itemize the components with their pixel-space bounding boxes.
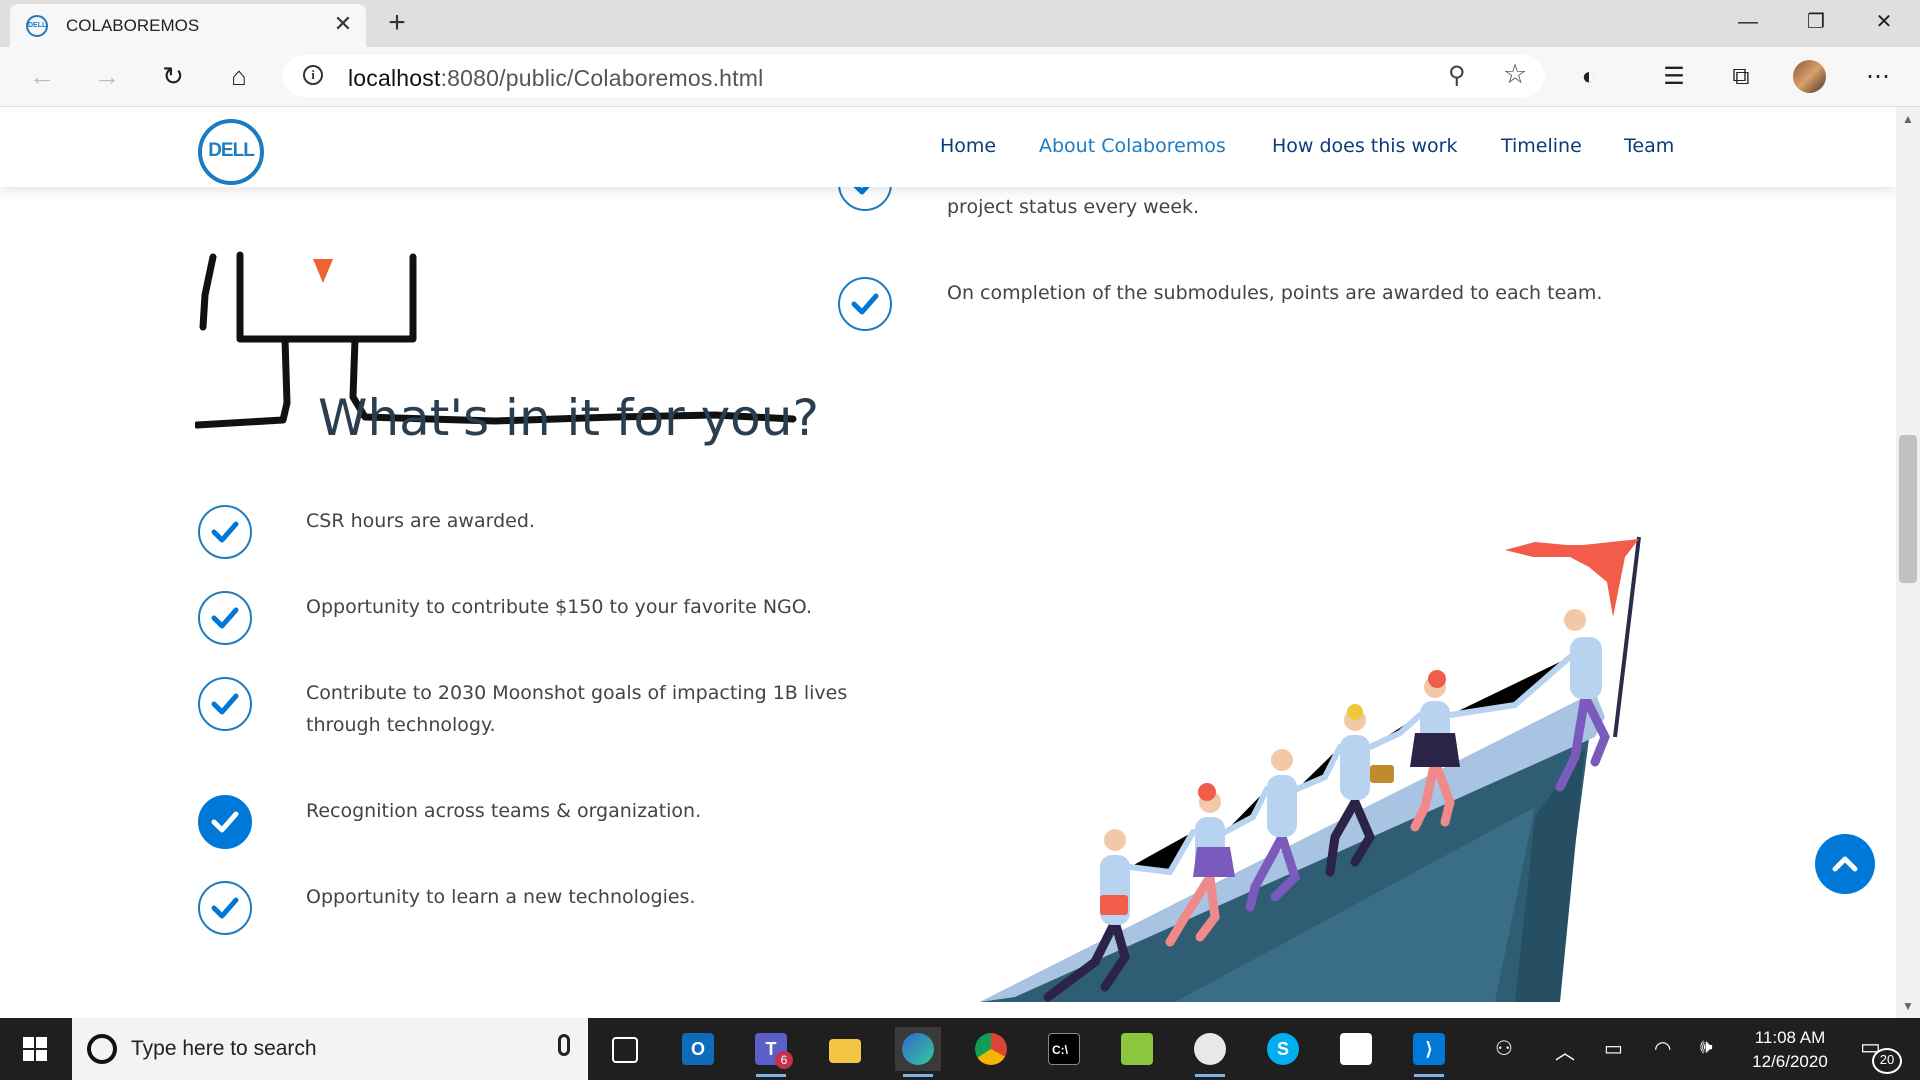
benefits-heading: What's in it for you? bbox=[318, 389, 819, 447]
taskbar-search-placeholder: Type here to search bbox=[131, 1037, 317, 1060]
wifi-icon[interactable]: ◠ bbox=[1654, 1036, 1671, 1061]
benefit-item-text: Recognition across teams & organization. bbox=[306, 800, 702, 822]
benefit-item-text: Opportunity to contribute $150 to your f… bbox=[306, 596, 813, 618]
notification-center-icon[interactable]: ▭ 20 bbox=[1860, 1034, 1902, 1074]
terminal-icon[interactable]: C:\ bbox=[1041, 1027, 1087, 1071]
teams-icon[interactable]: T 6 bbox=[748, 1027, 794, 1077]
new-tab-button[interactable]: + bbox=[380, 6, 414, 40]
site-info-icon[interactable]: i bbox=[303, 65, 323, 85]
running-indicator bbox=[1195, 1074, 1225, 1077]
edge-browser-icon[interactable] bbox=[895, 1027, 941, 1077]
check-circle-filled-icon bbox=[198, 795, 252, 849]
clock-date: 12/6/2020 bbox=[1752, 1052, 1828, 1071]
browser-tab-strip: DELL COLABOREMOS ✕ + — ❐ ✕ bbox=[0, 0, 1920, 47]
process-item-text: project status every week. bbox=[947, 196, 1200, 218]
nav-home[interactable]: Home bbox=[940, 135, 996, 157]
chevron-up-icon bbox=[1832, 856, 1858, 872]
favorites-list-icon[interactable]: ☰ bbox=[1658, 61, 1690, 93]
benefit-item-text: Contribute to 2030 Moonshot goals of imp… bbox=[306, 682, 848, 736]
profile-avatar[interactable] bbox=[1793, 60, 1826, 93]
clock-time: 11:08 AM bbox=[1754, 1028, 1826, 1047]
nav-team[interactable]: Team bbox=[1624, 135, 1674, 157]
benefit-item-text: Opportunity to learn a new technologies. bbox=[306, 886, 696, 908]
nav-about-colaboremos[interactable]: About Colaboremos bbox=[1039, 135, 1226, 157]
show-hidden-icons-chevron-icon[interactable]: ︿ bbox=[1555, 1036, 1575, 1065]
check-circle-icon bbox=[198, 881, 252, 935]
extension-icon[interactable]: ◐ bbox=[1573, 61, 1605, 93]
running-indicator bbox=[1414, 1074, 1444, 1077]
home-icon[interactable]: ⌂ bbox=[219, 58, 259, 94]
browser-tab[interactable]: DELL COLABOREMOS ✕ bbox=[10, 4, 366, 47]
scrollbar-thumb[interactable] bbox=[1899, 435, 1917, 583]
skype-icon[interactable]: S bbox=[1260, 1027, 1306, 1071]
url-path: :8080/public/Colaboremos.html bbox=[440, 65, 764, 91]
volume-icon[interactable]: 🕪 bbox=[1700, 1036, 1713, 1059]
chrome-icon[interactable] bbox=[968, 1027, 1014, 1071]
vscode-icon[interactable]: ⟩ bbox=[1406, 1027, 1452, 1077]
check-circle-icon bbox=[198, 591, 252, 645]
address-url[interactable]: localhost:8080/public/Colaboremos.html bbox=[348, 65, 763, 92]
favorite-star-icon[interactable]: ☆ bbox=[1503, 59, 1527, 90]
check-circle-icon bbox=[198, 505, 252, 559]
restore-icon[interactable]: ❐ bbox=[1788, 4, 1844, 40]
cortana-icon bbox=[87, 1034, 117, 1064]
nav-how-does-this-work[interactable]: How does this work bbox=[1272, 135, 1458, 157]
teamwork-climbing-illustration bbox=[980, 536, 1641, 1002]
snipping-tool-icon[interactable] bbox=[1187, 1027, 1233, 1077]
zoom-icon[interactable]: ⚲ bbox=[1448, 61, 1466, 90]
site-navbar: DELL Home About Colaboremos How does thi… bbox=[0, 107, 1896, 187]
dell-favicon-icon: DELL bbox=[26, 15, 48, 37]
notification-count: 20 bbox=[1872, 1048, 1902, 1074]
outlook-icon[interactable]: O bbox=[675, 1027, 721, 1071]
page-scrollbar[interactable]: ▲ ▼ bbox=[1896, 107, 1920, 1018]
tab-title: COLABOREMOS bbox=[66, 16, 200, 35]
close-tab-icon[interactable]: ✕ bbox=[328, 9, 358, 39]
task-view-icon[interactable] bbox=[601, 1027, 647, 1071]
microsoft-store-icon[interactable] bbox=[1333, 1027, 1379, 1071]
running-indicator bbox=[903, 1074, 933, 1077]
file-explorer-icon[interactable] bbox=[822, 1027, 868, 1071]
taskbar-clock[interactable]: 11:08 AM 12/6/2020 bbox=[1735, 1026, 1845, 1074]
close-window-icon[interactable]: ✕ bbox=[1856, 4, 1912, 40]
benefit-item-text: CSR hours are awarded. bbox=[306, 510, 535, 532]
check-circle-icon bbox=[198, 677, 252, 731]
minimize-icon[interactable]: — bbox=[1720, 4, 1776, 40]
check-circle-icon bbox=[838, 277, 892, 331]
teams-badge: 6 bbox=[775, 1051, 793, 1069]
outlook-glyph: O bbox=[682, 1033, 714, 1065]
forward-arrow-icon[interactable]: → bbox=[87, 58, 127, 94]
windows-taskbar: Type here to search O T 6 C:\ S ⟩ ⚇ ︿ ▭ … bbox=[0, 1018, 1920, 1080]
address-bar[interactable]: i localhost:8080/public/Colaboremos.html… bbox=[283, 55, 1545, 97]
scroll-up-arrow-icon[interactable]: ▲ bbox=[1896, 107, 1920, 131]
back-arrow-icon[interactable]: ← bbox=[22, 58, 62, 94]
web-page: DELL Home About Colaboremos How does thi… bbox=[0, 107, 1896, 1018]
nav-timeline[interactable]: Timeline bbox=[1501, 135, 1582, 157]
collections-icon[interactable]: ⧉ bbox=[1725, 61, 1757, 93]
microphone-icon[interactable] bbox=[558, 1034, 570, 1056]
back-to-top-button[interactable] bbox=[1815, 834, 1875, 894]
people-icon[interactable]: ⚇ bbox=[1495, 1036, 1513, 1061]
refresh-icon[interactable]: ↻ bbox=[153, 58, 193, 94]
url-host: localhost bbox=[348, 65, 441, 91]
notepad-plus-icon[interactable] bbox=[1114, 1027, 1160, 1071]
dell-logo[interactable]: DELL bbox=[198, 119, 264, 185]
process-item-text: On completion of the submodules, points … bbox=[947, 282, 1603, 304]
browser-toolbar: ← → ↻ ⌂ i localhost:8080/public/Colabore… bbox=[0, 47, 1920, 107]
more-menu-icon[interactable]: ⋯ bbox=[1862, 61, 1894, 93]
windows-start-icon[interactable] bbox=[0, 1018, 70, 1080]
taskbar-search-box[interactable]: Type here to search bbox=[72, 1018, 588, 1080]
running-indicator bbox=[756, 1074, 786, 1077]
scroll-down-arrow-icon[interactable]: ▼ bbox=[1896, 994, 1920, 1018]
battery-icon[interactable]: ▭ bbox=[1604, 1036, 1623, 1061]
